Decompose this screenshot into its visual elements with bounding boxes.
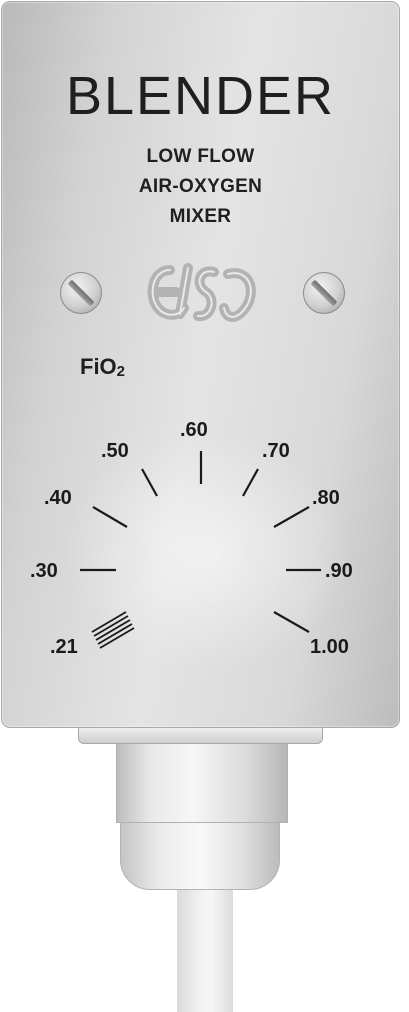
tick-50 <box>141 468 158 497</box>
air-oxygen-blender-device: BLENDER LOW FLOW AIR-OXYGEN MIXER FiO2 .… <box>0 0 409 1012</box>
tick-80 <box>273 506 310 528</box>
scale-label-50: .50 <box>101 440 129 462</box>
scale-label-40: .40 <box>44 487 72 509</box>
scale-label-80: .80 <box>312 487 340 509</box>
scale-label-100: 1.00 <box>310 636 349 658</box>
scale-label-70: .70 <box>262 440 290 462</box>
scale-label-min: .21 <box>50 636 78 658</box>
scale-label-60: .60 <box>180 419 208 441</box>
tick-70 <box>242 468 259 497</box>
scale-label-30: .30 <box>30 560 58 582</box>
min-hatch-mark <box>91 611 135 649</box>
tick-40 <box>92 506 128 528</box>
scale-label-90: .90 <box>325 560 353 582</box>
tick-100 <box>273 611 310 633</box>
